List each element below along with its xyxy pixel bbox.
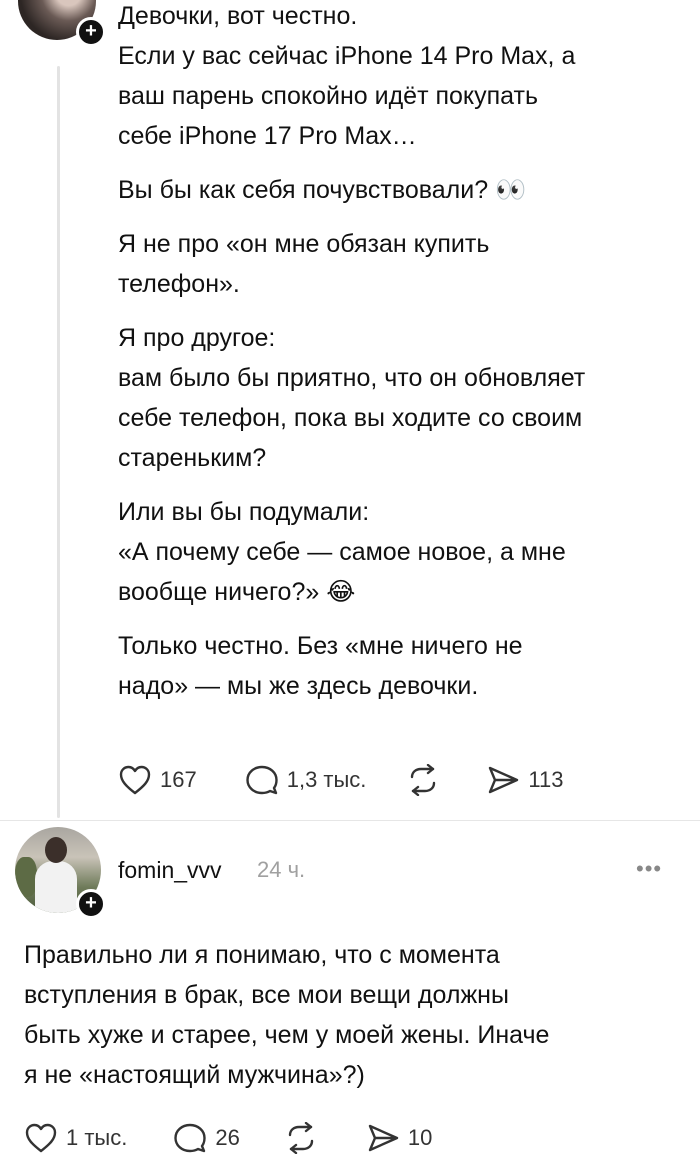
comment-line: вступления в брак, все мои вещи должны [24,981,509,1009]
follow-plus-icon[interactable]: + [76,889,106,919]
post-line: Я не про «он мне обязан купить [118,230,490,258]
like-button[interactable]: 1 тыс. [24,1122,127,1154]
more-icon[interactable]: ••• [636,856,662,882]
post-line: стареньким? [118,444,267,472]
divider [0,820,700,821]
follow-plus-icon[interactable]: + [76,17,106,47]
post-paragraph: Я не про «он мне обязан купить телефон». [118,224,688,304]
post-actions: 167 1,3 тыс. 113 [118,764,564,796]
thread-line [57,66,60,818]
post-line: Девочки, вот честно. [118,2,358,30]
share-count: 10 [407,1125,433,1150]
repost-icon [288,1122,314,1154]
post-paragraph: Или вы бы подумали: «А почему себе — сам… [118,492,688,612]
post-line: Или вы бы подумали: [118,498,370,526]
post-paragraph: Вы бы как себя почувствовали? 👀 [118,170,688,210]
like-count: 1 тыс. [66,1125,128,1150]
send-icon [489,766,519,794]
post-line: Я про другое: [118,324,276,352]
post-line: ваш парень спокойно идёт покупать [118,82,538,110]
comment-line: я не «настоящий мужчина»?) [24,1061,365,1089]
reply-button[interactable]: 26 [173,1122,240,1154]
comment-username[interactable]: fomin_vvv [118,857,222,884]
comment-icon [246,765,278,795]
post-line: надо» — мы же здесь девочки. [118,672,479,700]
share-button[interactable]: 10 [366,1122,432,1154]
reply-count: 26 [215,1125,240,1150]
post-line: Только честно. Без «мне ничего не [118,632,523,660]
avatar-background [15,857,37,897]
post-line: Если у вас сейчас iPhone 14 Pro Max, а [118,42,576,70]
like-count: 167 [160,767,197,792]
repost-button[interactable] [406,764,440,796]
share-count: 113 [528,767,564,792]
post-line: вам было бы приятно, что он обновляет [118,364,586,392]
avatar-figure [35,861,77,913]
heart-icon [25,1123,57,1153]
comment-line: Правильно ли я понимаю, что с момента [24,941,500,969]
avatar-head [45,837,67,863]
send-icon [368,1124,399,1152]
post-paragraph: Девочки, вот честно. Если у вас сейчас i… [118,0,688,156]
comment-time: 24 ч. [257,857,306,882]
comment-body: Правильно ли я понимаю, что с момента вс… [24,935,684,1095]
repost-button[interactable] [284,1122,318,1154]
like-button[interactable]: 167 [118,764,197,796]
comment-actions: 1 тыс. 26 10 [24,1122,432,1154]
post-body: Девочки, вот честно. Если у вас сейчас i… [118,0,688,720]
reply-button[interactable]: 1,3 тыс. [245,764,367,796]
post-line: Вы бы как себя почувствовали? 👀 [118,176,527,204]
heart-icon [119,765,151,795]
comment-line: быть хуже и старее, чем у моей жены. Ина… [24,1021,550,1049]
repost-icon [411,764,436,796]
comment-icon [174,1123,207,1153]
post-paragraph: Только честно. Без «мне ничего не надо» … [118,626,688,706]
post-paragraph: Я про другое: вам было бы приятно, что о… [118,318,688,478]
post-line: «А почему себе — самое новое, а мне [118,538,566,566]
post-line: телефон». [118,270,240,298]
reply-count: 1,3 тыс. [286,767,367,792]
post-line: себе телефон, пока вы ходите со своим [118,404,583,432]
post-line: вообще ничего?» 😂 [118,578,356,606]
post-line: себе iPhone 17 Pro Max… [118,122,417,150]
share-button[interactable]: 113 [486,764,564,796]
